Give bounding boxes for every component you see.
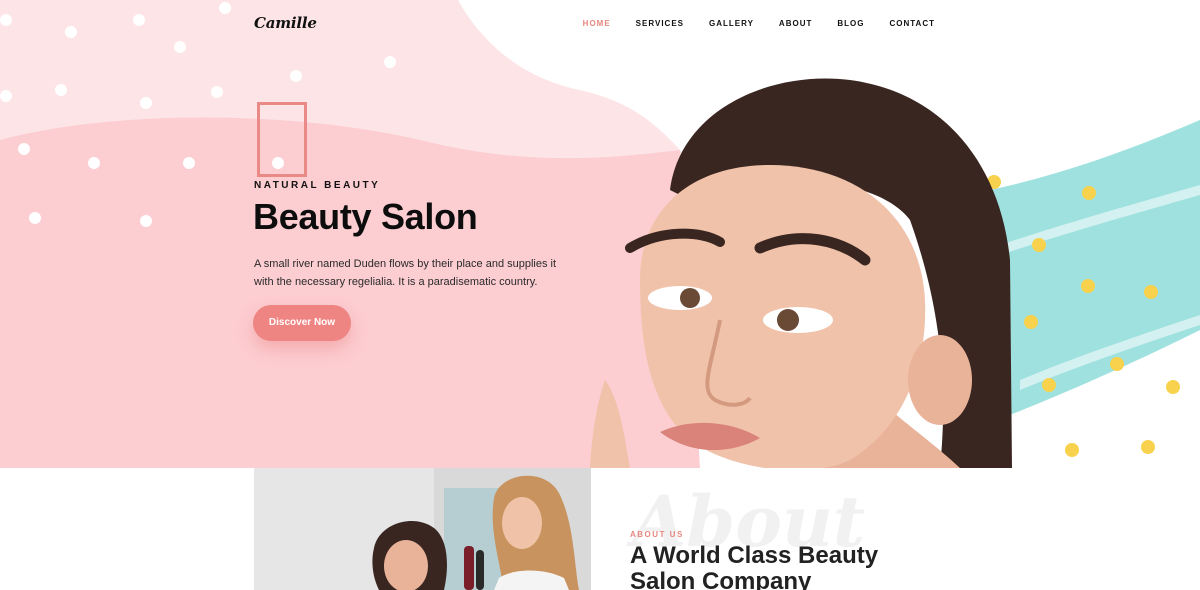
flat-iron [464, 546, 474, 590]
nav-item-gallery[interactable]: GALLERY [709, 19, 754, 28]
ear [908, 335, 972, 425]
site-header: Camille HOME SERVICES GALLERY ABOUT BLOG… [0, 0, 1200, 48]
nav-item-home[interactable]: HOME [583, 19, 611, 28]
hero-portrait-image [590, 78, 1012, 468]
discover-now-button[interactable]: Discover Now [253, 305, 351, 341]
iris [777, 309, 799, 331]
about-title: A World Class Beauty Salon Company [630, 542, 879, 590]
site-logo[interactable]: Camille [254, 14, 317, 32]
about-eyebrow: ABOUT US [630, 530, 684, 539]
main-nav: HOME SERVICES GALLERY ABOUT BLOG CONTACT [558, 19, 935, 28]
flat-iron [476, 550, 484, 590]
nav-item-about[interactable]: ABOUT [779, 19, 812, 28]
nav-item-blog[interactable]: BLOG [837, 19, 864, 28]
iris [680, 288, 700, 308]
about-photo-illustration [254, 468, 591, 590]
nav-item-contact[interactable]: CONTACT [889, 19, 935, 28]
about-photo [254, 468, 591, 590]
hero-section: Camille HOME SERVICES GALLERY ABOUT BLOG… [0, 0, 1200, 468]
teal-brush-stroke [990, 120, 1200, 415]
nav-item-services[interactable]: SERVICES [636, 19, 684, 28]
hero-eyebrow: NATURAL BEAUTY [254, 180, 381, 191]
decorative-frame [257, 102, 307, 177]
hero-title: Beauty Salon [253, 196, 478, 237]
face [502, 497, 542, 549]
face [384, 540, 428, 590]
hand [590, 380, 630, 468]
hero-description: A small river named Duden flows by their… [254, 258, 557, 288]
